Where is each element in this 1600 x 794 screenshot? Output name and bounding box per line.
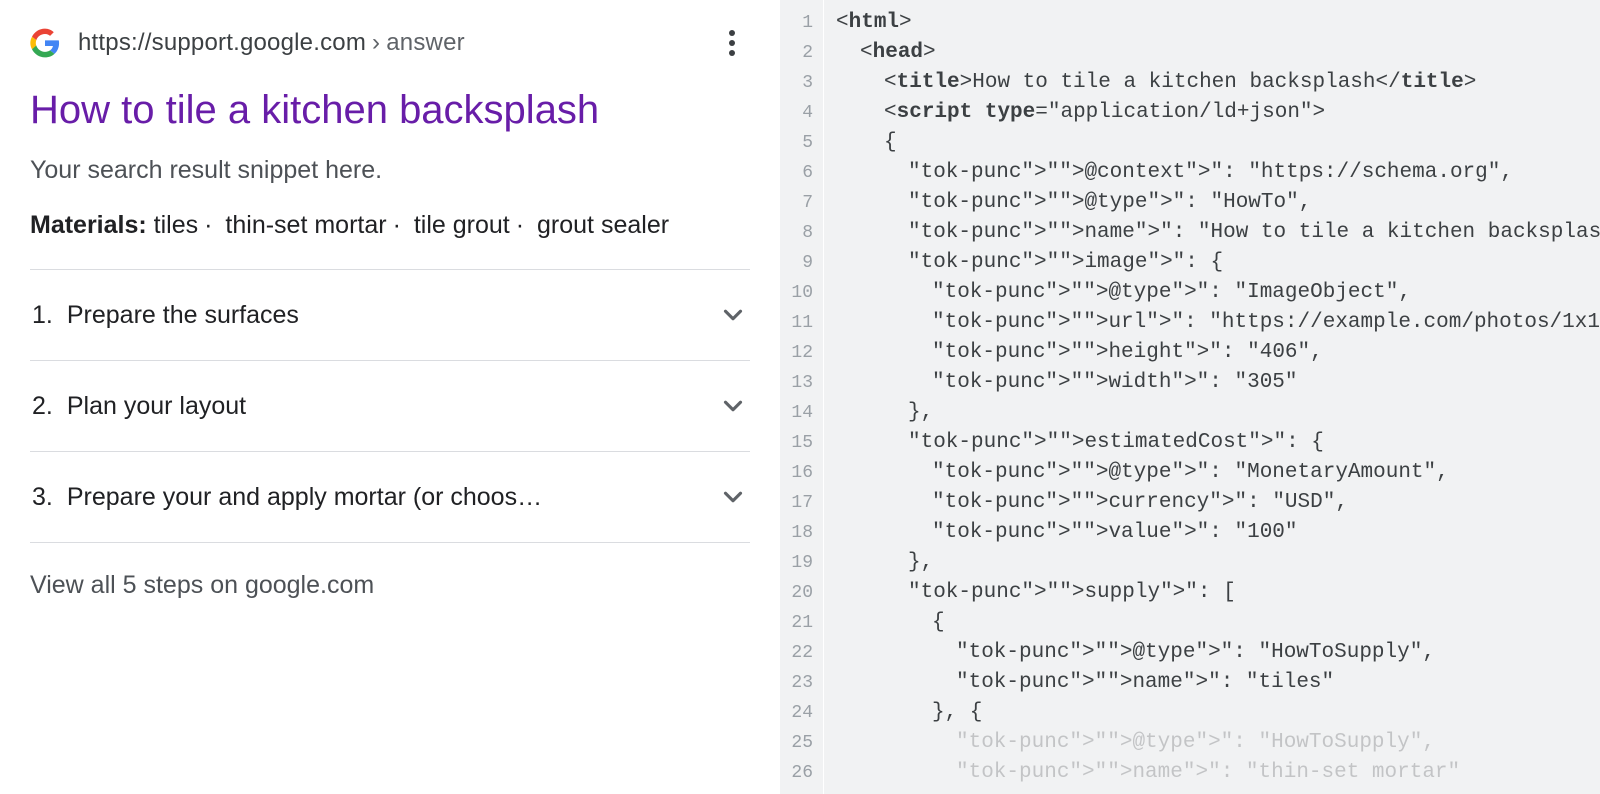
chevron-down-icon xyxy=(718,482,748,512)
code-line: "tok-punc">"">url">": "https://example.c… xyxy=(836,308,1600,338)
code-content[interactable]: <html><head><title>How to tile a kitchen… xyxy=(824,0,1600,794)
line-number: 10 xyxy=(780,278,813,308)
more-options-button[interactable] xyxy=(720,28,744,58)
line-number: 20 xyxy=(780,578,813,608)
line-number: 5 xyxy=(780,128,813,158)
dot-separator: · xyxy=(510,211,530,239)
code-line: "tok-punc">"">@type">": "HowToSupply", xyxy=(836,638,1600,668)
dot-separator: · xyxy=(198,211,218,239)
code-line: "tok-punc">"">name">": "How to tile a ki… xyxy=(836,218,1600,248)
materials-label: Materials: xyxy=(30,211,147,239)
line-number: 23 xyxy=(780,668,813,698)
code-line: <script type="application/ld+json"> xyxy=(836,98,1600,128)
code-line: { xyxy=(836,128,1600,158)
line-number: 3 xyxy=(780,68,813,98)
step-title: Prepare the surfaces xyxy=(67,301,299,330)
result-materials: Materials: tiles· thin-set mortar· tile … xyxy=(30,207,750,243)
code-line: "tok-punc">"">@type">": "HowTo", xyxy=(836,188,1600,218)
result-title-link[interactable]: How to tile a kitchen backsplash xyxy=(30,86,750,134)
howto-step[interactable]: 1. Prepare the surfaces xyxy=(30,270,750,361)
code-line: <title>How to tile a kitchen backsplash<… xyxy=(836,68,1600,98)
step-number: 2. xyxy=(32,392,53,421)
code-line: "tok-punc">"">estimatedCost">": { xyxy=(836,428,1600,458)
line-number: 15 xyxy=(780,428,813,458)
breadcrumb-separator: › xyxy=(366,29,386,56)
line-number: 18 xyxy=(780,518,813,548)
view-all-link[interactable]: View all 5 steps on google.com xyxy=(30,543,750,600)
step-number: 3. xyxy=(32,483,53,512)
step-number: 1. xyxy=(32,301,53,330)
code-line: "tok-punc">"">@context">": "https://sche… xyxy=(836,158,1600,188)
line-number: 12 xyxy=(780,338,813,368)
materials-list: tiles· thin-set mortar· tile grout· grou… xyxy=(154,211,669,239)
code-line: "tok-punc">"">value">": "100" xyxy=(836,518,1600,548)
code-line: "tok-punc">"">currency">": "USD", xyxy=(836,488,1600,518)
line-number-gutter: 1234567891011121314151617181920212223242… xyxy=(780,0,824,794)
result-url-row: https://support.google.com›answer xyxy=(30,28,750,58)
result-url-host: https://support.google.com xyxy=(78,29,366,56)
step-left: 3. Prepare your and apply mortar (or choo… xyxy=(32,483,542,512)
result-url[interactable]: https://support.google.com›answer xyxy=(78,29,465,57)
line-number: 11 xyxy=(780,308,813,338)
material-item: thin-set mortar xyxy=(218,211,386,239)
step-left: 2. Plan your layout xyxy=(32,392,246,421)
line-number: 17 xyxy=(780,488,813,518)
line-number: 16 xyxy=(780,458,813,488)
line-number: 21 xyxy=(780,608,813,638)
code-line: "tok-punc">"">width">": "305" xyxy=(836,368,1600,398)
step-title: Plan your layout xyxy=(67,392,246,421)
code-line: "tok-punc">"">@type">": "ImageObject", xyxy=(836,278,1600,308)
code-line: "tok-punc">"">name">": "tiles" xyxy=(836,668,1600,698)
howto-steps: 1. Prepare the surfaces 2. Plan your layout… xyxy=(30,269,750,543)
line-number: 2 xyxy=(780,38,813,68)
search-result-preview: https://support.google.com›answer How to… xyxy=(0,0,780,794)
line-number: 19 xyxy=(780,548,813,578)
code-line: "tok-punc">"">supply">": [ xyxy=(836,578,1600,608)
result-snippet: Your search result snippet here. xyxy=(30,156,750,185)
code-line: <html> xyxy=(836,8,1600,38)
code-editor: 1234567891011121314151617181920212223242… xyxy=(780,0,1600,794)
howto-step[interactable]: 2. Plan your layout xyxy=(30,361,750,452)
material-item: tile grout xyxy=(407,211,510,239)
result-url-crumb: answer xyxy=(386,29,465,56)
line-number: 4 xyxy=(780,98,813,128)
line-number: 9 xyxy=(780,248,813,278)
line-number: 25 xyxy=(780,728,813,758)
line-number: 24 xyxy=(780,698,813,728)
google-g-icon xyxy=(30,28,60,58)
howto-step[interactable]: 3. Prepare your and apply mortar (or choo… xyxy=(30,452,750,543)
chevron-down-icon xyxy=(718,391,748,421)
code-line: }, xyxy=(836,548,1600,578)
line-number: 14 xyxy=(780,398,813,428)
material-item: tiles xyxy=(154,211,198,239)
line-number: 7 xyxy=(780,188,813,218)
code-line: <head> xyxy=(836,38,1600,68)
step-title: Prepare your and apply mortar (or choos… xyxy=(67,483,542,512)
code-line: { xyxy=(836,608,1600,638)
step-left: 1. Prepare the surfaces xyxy=(32,301,299,330)
chevron-down-icon xyxy=(718,300,748,330)
app-root: https://support.google.com›answer How to… xyxy=(0,0,1600,794)
code-line: "tok-punc">"">image">": { xyxy=(836,248,1600,278)
line-number: 26 xyxy=(780,758,813,788)
dot-separator: · xyxy=(387,211,407,239)
code-line: "tok-punc">"">@type">": "HowToSupply", xyxy=(836,728,1600,758)
line-number: 6 xyxy=(780,158,813,188)
code-line: }, xyxy=(836,398,1600,428)
line-number: 22 xyxy=(780,638,813,668)
code-line: "tok-punc">"">height">": "406", xyxy=(836,338,1600,368)
line-number: 1 xyxy=(780,8,813,38)
code-line: "tok-punc">"">name">": "thin-set mortar" xyxy=(836,758,1600,788)
line-number: 13 xyxy=(780,368,813,398)
code-line: }, { xyxy=(836,698,1600,728)
code-line: "tok-punc">"">@type">": "MonetaryAmount"… xyxy=(836,458,1600,488)
line-number: 8 xyxy=(780,218,813,248)
material-item: grout sealer xyxy=(530,211,669,239)
